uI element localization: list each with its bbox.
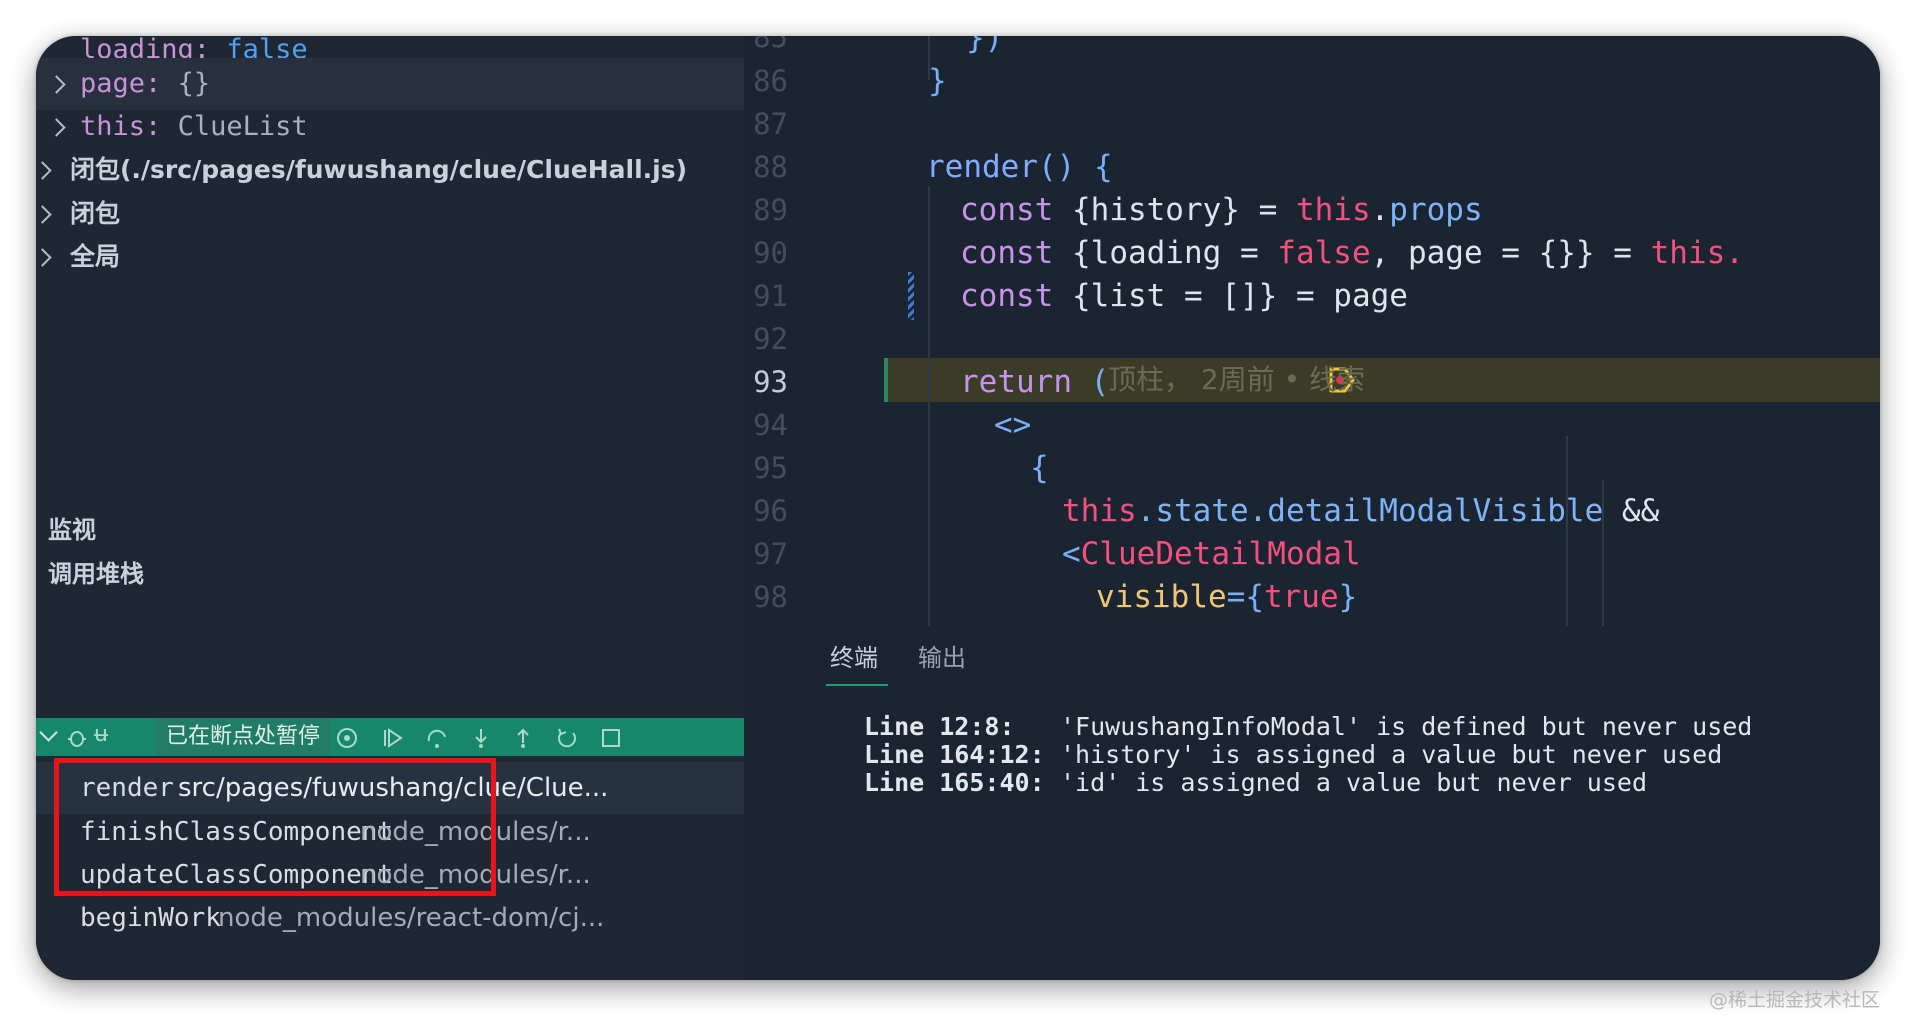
chevron-right-icon[interactable]	[36, 205, 52, 224]
step-over-icon[interactable]	[426, 727, 448, 749]
line-number: 90	[753, 236, 788, 270]
bug-icon	[68, 731, 86, 747]
code-line-96: this.state.detailModalVisible &&	[1062, 493, 1660, 529]
line-number: 86	[753, 64, 788, 98]
chevron-right-icon[interactable]	[36, 161, 52, 180]
chevron-right-icon[interactable]	[47, 75, 66, 94]
highlight-annotation-box	[54, 758, 496, 896]
line-number: 98	[753, 580, 788, 614]
scope-label: 全局	[70, 242, 121, 271]
stack-frame-beginwork[interactable]: beginWork node_modules/react-dom/cj...	[36, 892, 744, 944]
debug-thread-toolbar: ʉ 已在断点处暂停	[36, 718, 744, 756]
line-number: 97	[753, 537, 788, 571]
code-line-85: })	[966, 36, 1004, 56]
step-out-icon[interactable]	[512, 727, 534, 749]
modified-line-indicator	[908, 272, 914, 320]
line-number: 91	[753, 279, 788, 313]
chevron-down-icon[interactable]	[39, 723, 58, 742]
code-line-95: {	[1030, 450, 1049, 486]
watermark: @稀土掘金技术社区	[1708, 989, 1880, 1011]
debug-sidebar: loading: false page: {} this: ClueList 闭…	[36, 36, 744, 980]
bottom-panel: 终端 输出 Line 12:8: 'FuwushangInfoModal' is …	[744, 626, 1880, 980]
line-number: 87	[753, 107, 788, 141]
editor-window: loading: false page: {} this: ClueList 闭…	[36, 36, 1880, 980]
chevron-right-icon[interactable]	[47, 118, 66, 137]
callstack-title: 调用堆栈	[48, 560, 144, 588]
active-tab-indicator	[826, 684, 888, 686]
line-number: 95	[753, 451, 788, 485]
line-number: 89	[753, 193, 788, 227]
continue-icon[interactable]	[382, 727, 404, 749]
code-line-91: const {list = []} = page	[960, 278, 1408, 314]
code-line-90: const {loading = false, page = {}} = thi…	[960, 235, 1744, 271]
terminal-line: Line 12:8: 'FuwushangInfoModal' is define…	[864, 712, 1753, 741]
line-number: 92	[753, 322, 788, 356]
code-line-97: <ClueDetailModal	[1062, 536, 1361, 572]
tab-terminal[interactable]: 终端	[830, 638, 878, 673]
restart-icon[interactable]	[556, 727, 578, 749]
code-editor[interactable]: 85 86 87 88 89 90 91 92 93 94 95 96 97 9…	[744, 36, 1880, 626]
scope-global[interactable]: 全局	[36, 231, 744, 283]
line-number-current: 93	[753, 365, 788, 399]
code-line-86: }	[928, 63, 947, 99]
line-number: 96	[753, 494, 788, 528]
line-number: 88	[753, 150, 788, 184]
frame-function: beginWork	[80, 903, 221, 933]
indent-guide	[1566, 436, 1568, 626]
code-line-93: return (	[960, 364, 1110, 400]
callstack-panel-header[interactable]: 调用堆栈	[36, 542, 744, 594]
frame-path: node_modules/react-dom/cj...	[218, 903, 605, 933]
stop-icon[interactable]	[600, 727, 622, 749]
line-number: 94	[753, 408, 788, 442]
code-line-98: visible={true}	[1096, 579, 1358, 615]
tab-output[interactable]: 输出	[918, 638, 966, 673]
indent-guide	[928, 186, 930, 626]
git-blame-annotation: 顶柱， 2周前 • 线索	[1108, 363, 1366, 396]
step-into-icon[interactable]	[470, 727, 492, 749]
code-line-89: const {history} = this.props	[960, 192, 1483, 228]
code-line-94: <>	[994, 407, 1032, 443]
terminal-line: Line 165:40:'id' is assigned a value but…	[864, 768, 1647, 797]
terminal-line: Line 164:12:'history' is assigned a valu…	[864, 740, 1723, 769]
code-line-88: render() {	[926, 149, 1113, 185]
paused-status: 已在断点处暂停	[156, 718, 331, 756]
line-number: 85	[753, 36, 788, 54]
chevron-right-icon[interactable]	[36, 248, 52, 267]
pause-circle-icon[interactable]	[336, 727, 358, 749]
thread-info-icon: ʉ	[94, 722, 108, 747]
watch-title: 监视	[48, 516, 96, 544]
